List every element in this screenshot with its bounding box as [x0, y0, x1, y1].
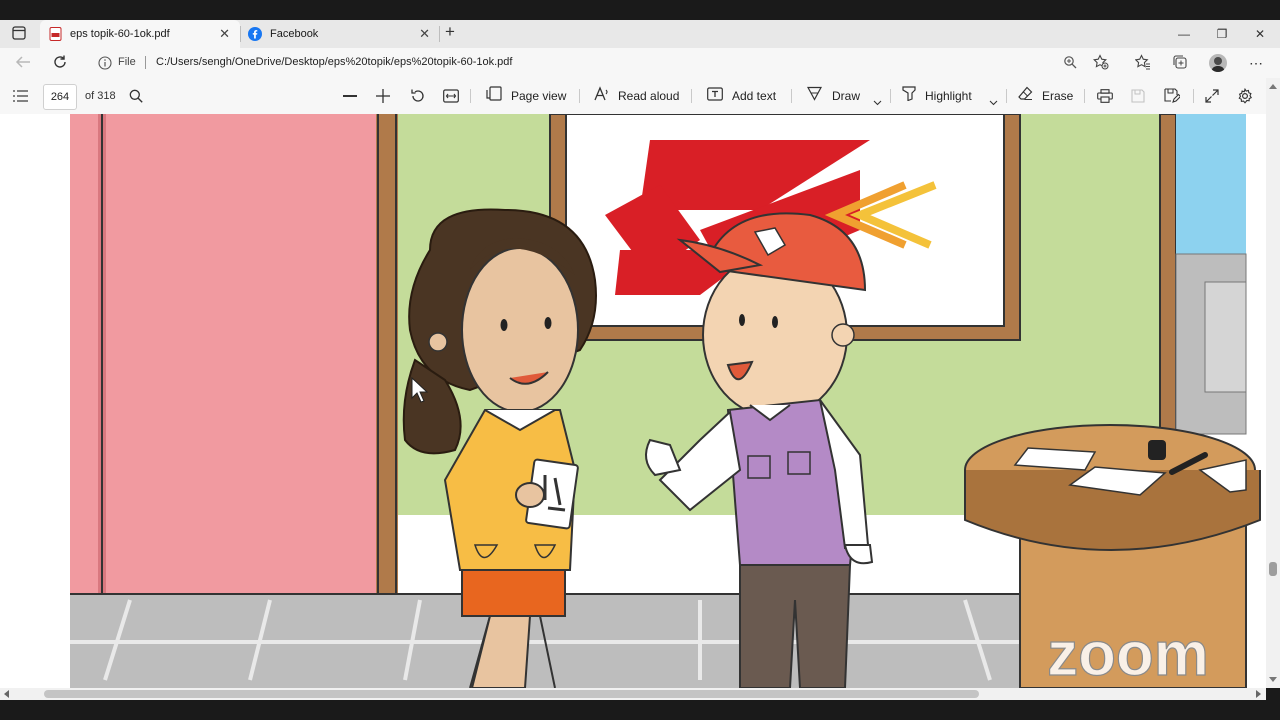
draw-icon	[806, 86, 823, 107]
scroll-up-arrow-icon[interactable]	[1269, 84, 1277, 89]
scroll-right-arrow-icon[interactable]	[1256, 690, 1261, 698]
eraser-icon	[1018, 86, 1033, 107]
print-icon[interactable]	[1097, 89, 1113, 103]
page-count: of 318	[85, 90, 116, 102]
add-text-button[interactable]: Add text	[707, 86, 776, 106]
add-favorite-icon[interactable]	[1093, 54, 1109, 70]
tab-facebook[interactable]: Facebook ✕	[240, 20, 440, 48]
blue-window	[1176, 114, 1246, 254]
read-aloud-icon	[594, 86, 610, 107]
scroll-left-arrow-icon[interactable]	[4, 690, 9, 698]
zoom-out-icon[interactable]	[343, 95, 357, 97]
tab-title: eps topik-60-1ok.pdf	[70, 28, 170, 40]
settings-gear-icon[interactable]	[1237, 87, 1253, 104]
rotate-icon[interactable]	[410, 88, 426, 104]
refresh-icon[interactable]	[52, 54, 68, 70]
draw-options-chevron-icon[interactable]	[873, 93, 882, 106]
search-icon[interactable]	[129, 89, 143, 103]
highlight-options-chevron-icon[interactable]	[989, 93, 998, 106]
toolbar-divider	[1193, 89, 1194, 103]
info-icon[interactable]	[98, 56, 112, 70]
erase-label: Erase	[1042, 89, 1074, 103]
screen-top-bar	[0, 0, 1280, 20]
fit-page-icon[interactable]	[443, 89, 459, 103]
tab-title: Facebook	[270, 28, 319, 40]
toolbar-divider	[890, 89, 891, 103]
vertical-scroll-thumb[interactable]	[1269, 562, 1277, 576]
horizontal-scrollbar[interactable]	[0, 688, 1266, 700]
close-tab-icon[interactable]: ✕	[219, 26, 230, 42]
save-as-icon[interactable]	[1164, 88, 1182, 104]
pink-door	[70, 114, 380, 594]
add-text-label: Add text	[732, 89, 777, 103]
url-divider	[145, 56, 146, 69]
toolbar-divider	[470, 89, 471, 103]
toolbar-divider	[691, 89, 692, 103]
close-tab-icon[interactable]: ✕	[419, 26, 430, 42]
scheme-label: File	[118, 56, 136, 68]
close-window-icon[interactable]: ✕	[1241, 20, 1279, 48]
contents-icon[interactable]	[13, 89, 28, 103]
add-text-icon	[707, 87, 723, 107]
tab-pdf[interactable]: eps topik-60-1ok.pdf ✕	[40, 20, 240, 48]
vertical-scrollbar[interactable]	[1266, 78, 1280, 688]
page-illustration: zoom	[0, 114, 1266, 688]
scroll-down-arrow-icon[interactable]	[1269, 677, 1277, 682]
favorites-icon[interactable]	[1134, 54, 1151, 70]
highlight-label: Highlight	[925, 89, 972, 103]
tab-actions-icon[interactable]	[12, 26, 26, 40]
collections-icon[interactable]	[1172, 54, 1188, 70]
profile-avatar[interactable]	[1209, 54, 1227, 72]
toolbar-divider	[1006, 89, 1007, 103]
url-field[interactable]: File C:/Users/sengh/OneDrive/Desktop/eps…	[90, 52, 1120, 74]
page-view-label: Page view	[511, 89, 567, 103]
horizontal-scroll-thumb[interactable]	[44, 690, 979, 698]
screen-bottom-bar	[0, 700, 1280, 720]
highlight-icon	[902, 86, 916, 107]
highlight-button[interactable]: Highlight	[902, 86, 972, 106]
pdf-icon	[49, 27, 62, 41]
fullscreen-icon[interactable]	[1205, 89, 1219, 103]
draw-button[interactable]: Draw	[806, 86, 861, 107]
save-icon[interactable]	[1131, 89, 1145, 103]
read-aloud-label: Read aloud	[618, 89, 680, 103]
toolbar-divider	[791, 89, 792, 103]
minimize-icon[interactable]: —	[1165, 20, 1203, 48]
back-icon[interactable]	[14, 54, 32, 70]
zoom-in-icon[interactable]	[376, 89, 390, 103]
read-aloud-button[interactable]: Read aloud	[594, 86, 679, 106]
page-view-button[interactable]: Page view	[486, 86, 566, 106]
zoom-icon[interactable]	[1063, 55, 1077, 69]
facebook-icon	[248, 27, 262, 41]
toolbar-divider	[579, 89, 580, 103]
toolbar-divider	[1084, 89, 1085, 103]
new-tab-button[interactable]: +	[445, 22, 455, 42]
pdf-viewer[interactable]: zoom	[0, 114, 1266, 688]
draw-label: Draw	[832, 89, 861, 103]
page-number-input[interactable]: 264	[43, 84, 77, 110]
url-text[interactable]: C:/Users/sengh/OneDrive/Desktop/eps%20to…	[156, 56, 512, 68]
maximize-icon[interactable]: ❐	[1203, 20, 1241, 48]
more-options-icon[interactable]: ⋯	[1249, 55, 1263, 72]
zoom-watermark: zoom	[1047, 620, 1209, 688]
page-view-icon	[486, 86, 502, 107]
erase-button[interactable]: Erase	[1018, 86, 1073, 106]
